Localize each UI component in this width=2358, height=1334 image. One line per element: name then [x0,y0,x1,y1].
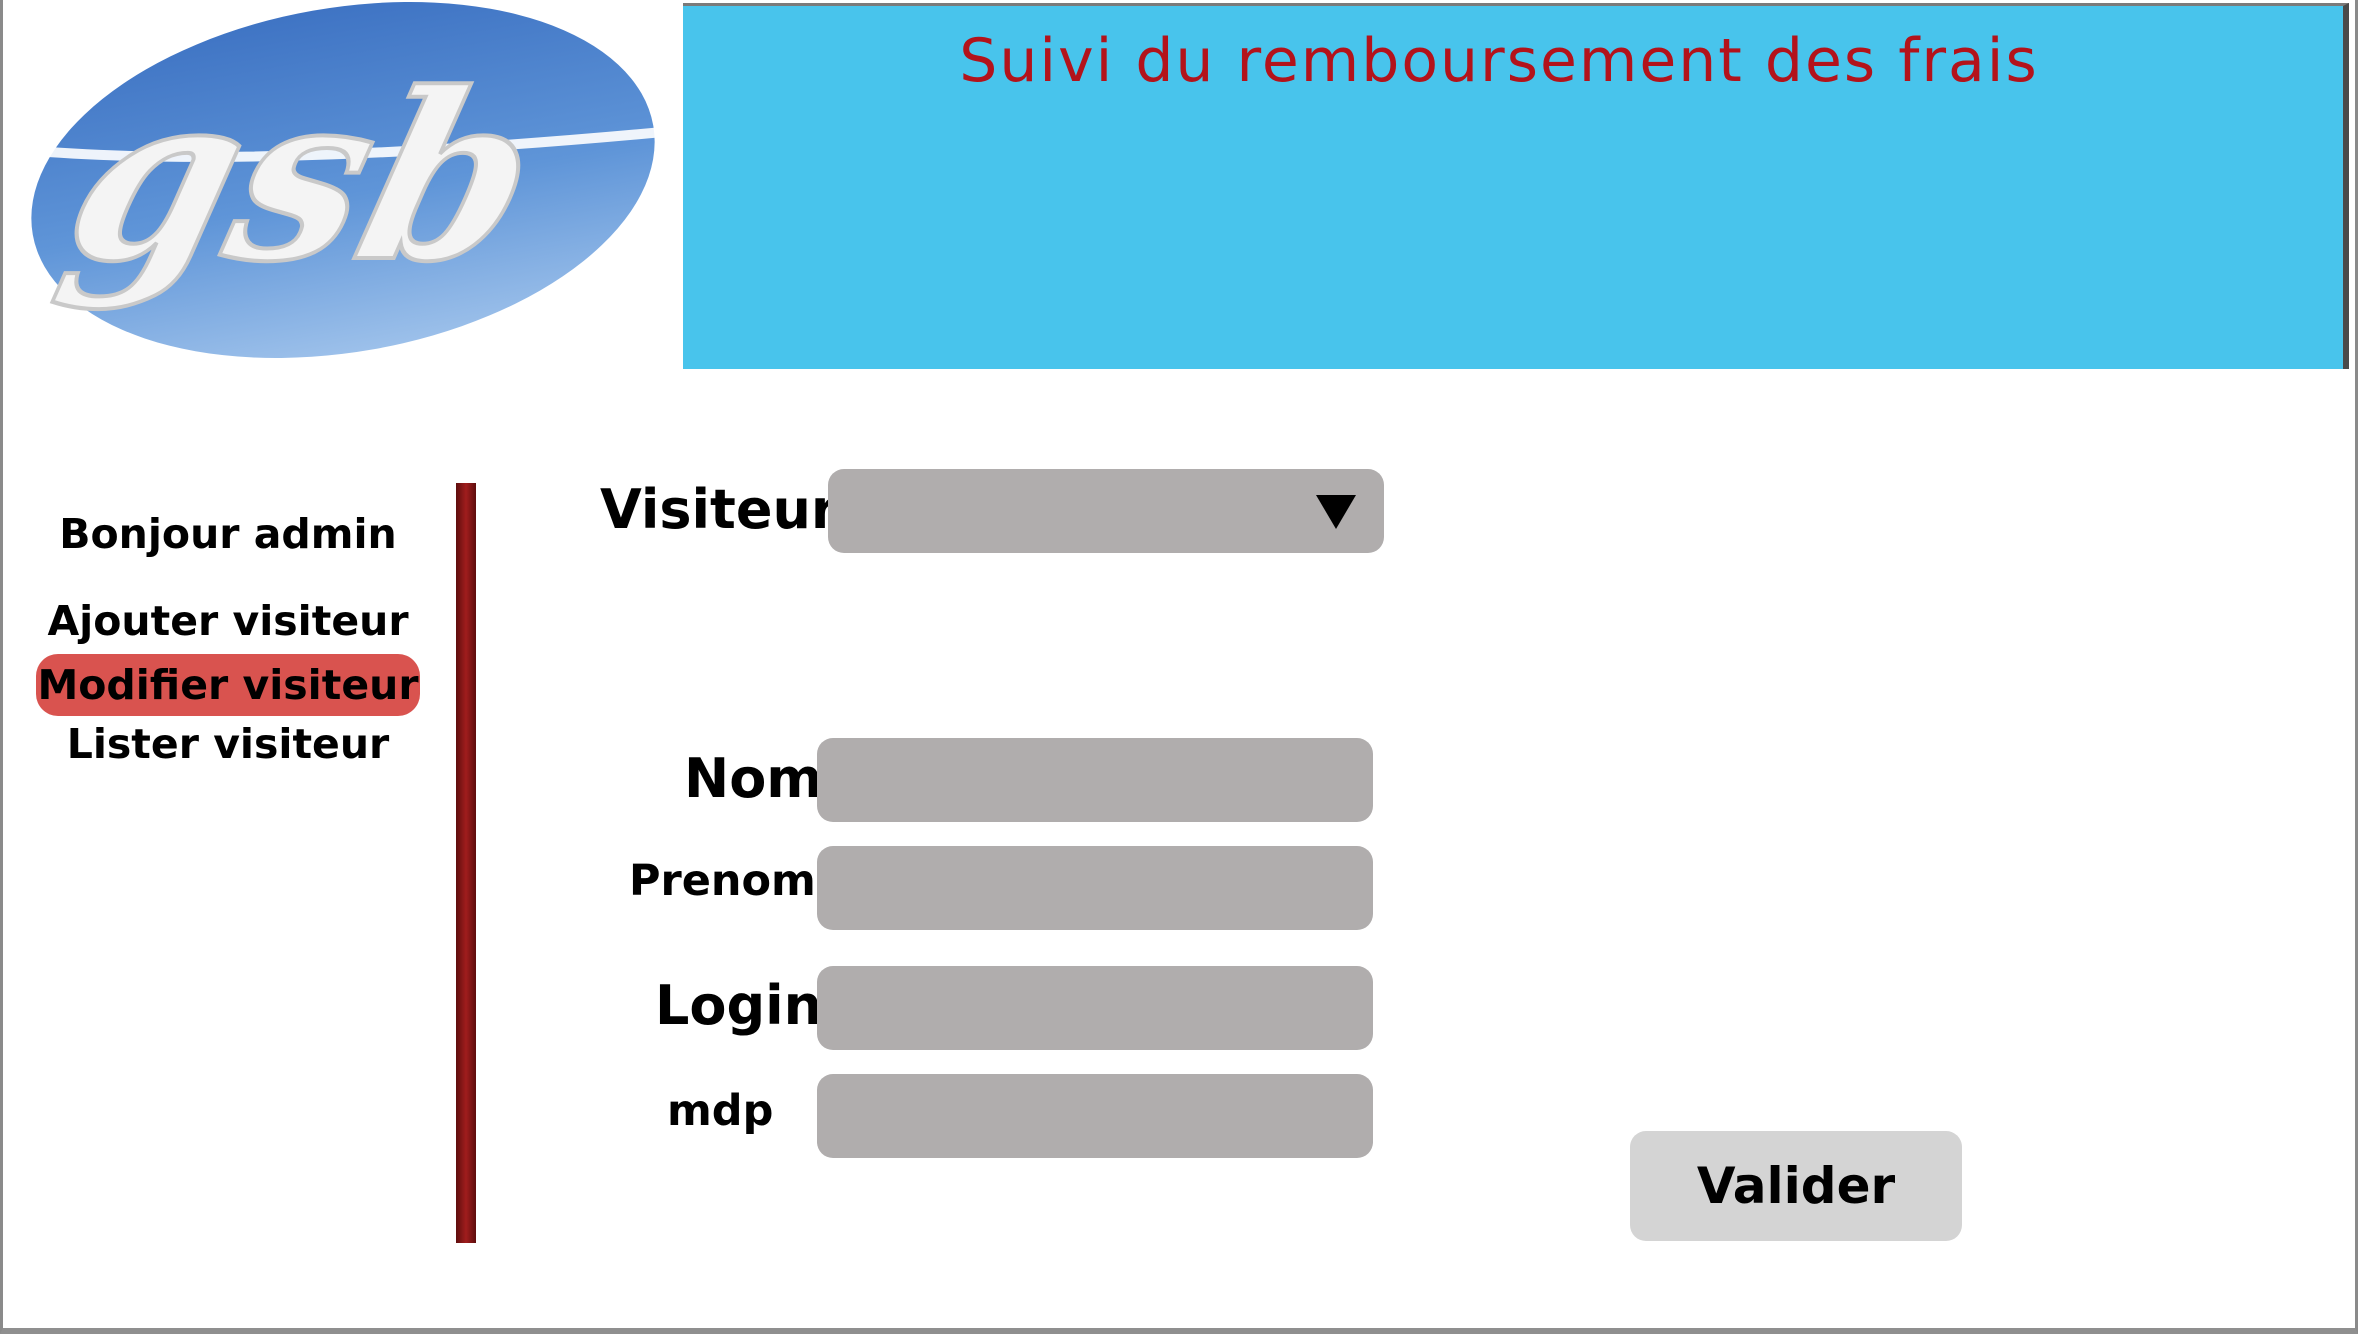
validate-button[interactable]: Valider [1630,1131,1962,1241]
visitor-select[interactable] [828,469,1384,553]
first-name-field[interactable] [817,846,1373,930]
triangle-down-icon[interactable] [1316,495,1356,529]
password-field[interactable] [817,1074,1373,1158]
greeting-text: Bonjour admin [59,510,397,558]
password-label: mdp [667,1086,774,1136]
gsb-logo-graphic: gsb [22,2,664,358]
header-banner: Suivi du remboursement des frais [683,3,2349,369]
visitor-label: Visiteur [600,478,838,541]
first-name-label: Prenom [629,856,816,906]
last-name-field[interactable] [817,738,1373,822]
logo-text: gsb [44,43,562,313]
nav-edit-visitor[interactable]: Modifier visiteur [36,654,420,716]
page-title: Suivi du remboursement des frais [959,26,2039,96]
last-name-label: Nom [684,747,823,810]
login-label: Login [655,974,823,1037]
nav-list-visitors[interactable]: Lister visiteur [36,713,420,775]
gsb-logo: gsb [3,0,683,366]
nav-add-visitor[interactable]: Ajouter visiteur [36,590,420,652]
login-field[interactable] [817,966,1373,1050]
sidebar-divider [456,483,476,1243]
